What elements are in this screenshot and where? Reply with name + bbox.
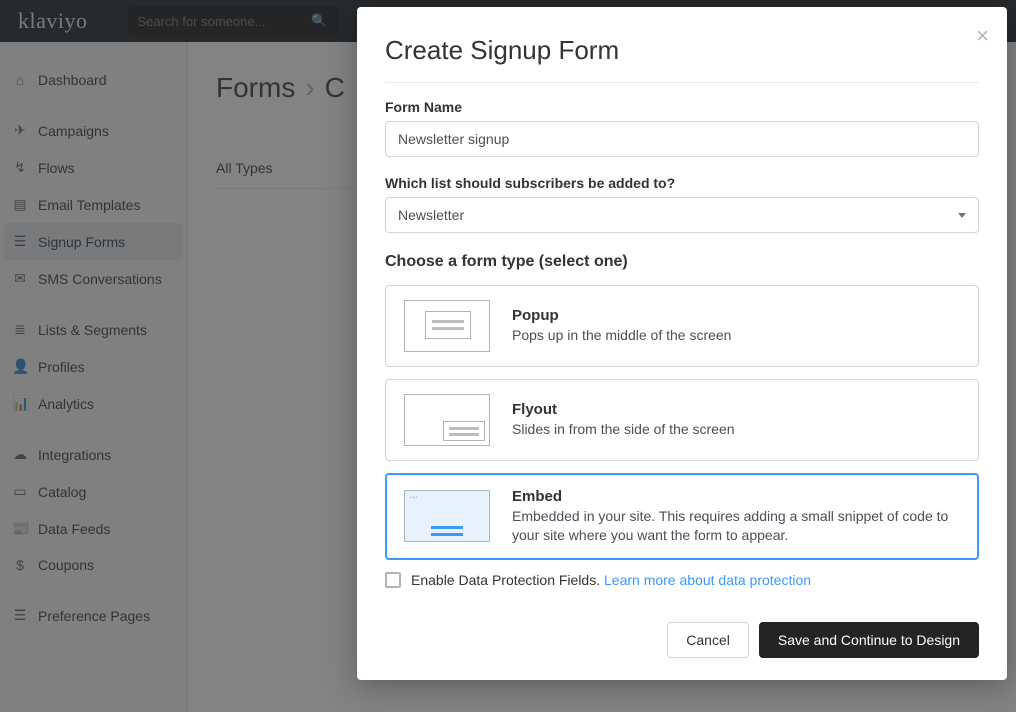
- modal-footer: Cancel Save and Continue to Design: [385, 622, 979, 658]
- data-protection-checkbox[interactable]: [385, 572, 401, 588]
- checkbox-label: Enable Data Protection Fields. Learn mor…: [411, 572, 811, 588]
- close-icon[interactable]: ×: [976, 25, 989, 47]
- data-protection-checkbox-row: Enable Data Protection Fields. Learn mor…: [385, 572, 979, 588]
- list-select[interactable]: Newsletter: [385, 197, 979, 233]
- flyout-thumbnail: [404, 394, 490, 446]
- embed-thumbnail: •••: [404, 490, 490, 542]
- create-form-modal: × Create Signup Form Form Name Which lis…: [357, 7, 1007, 680]
- popup-thumbnail: [404, 300, 490, 352]
- list-select-value: Newsletter: [398, 207, 464, 223]
- cancel-button[interactable]: Cancel: [667, 622, 749, 658]
- save-button[interactable]: Save and Continue to Design: [759, 622, 979, 658]
- divider: [385, 82, 979, 83]
- form-type-title: Embed: [512, 488, 960, 505]
- form-type-desc: Pops up in the middle of the screen: [512, 326, 960, 345]
- data-protection-link[interactable]: Learn more about data protection: [604, 572, 811, 588]
- form-type-desc: Slides in from the side of the screen: [512, 420, 960, 439]
- form-type-title: Popup: [512, 307, 960, 324]
- form-type-popup[interactable]: Popup Pops up in the middle of the scree…: [385, 285, 979, 367]
- form-type-label: Choose a form type (select one): [385, 253, 979, 271]
- form-type-title: Flyout: [512, 401, 960, 418]
- form-type-embed[interactable]: ••• Embed Embedded in your site. This re…: [385, 473, 979, 560]
- form-name-label: Form Name: [385, 99, 979, 115]
- form-type-flyout[interactable]: Flyout Slides in from the side of the sc…: [385, 379, 979, 461]
- modal-title: Create Signup Form: [385, 35, 979, 66]
- form-name-input[interactable]: [385, 121, 979, 157]
- form-type-desc: Embedded in your site. This requires add…: [512, 507, 960, 545]
- chevron-down-icon: [958, 213, 966, 218]
- list-select-label: Which list should subscribers be added t…: [385, 175, 979, 191]
